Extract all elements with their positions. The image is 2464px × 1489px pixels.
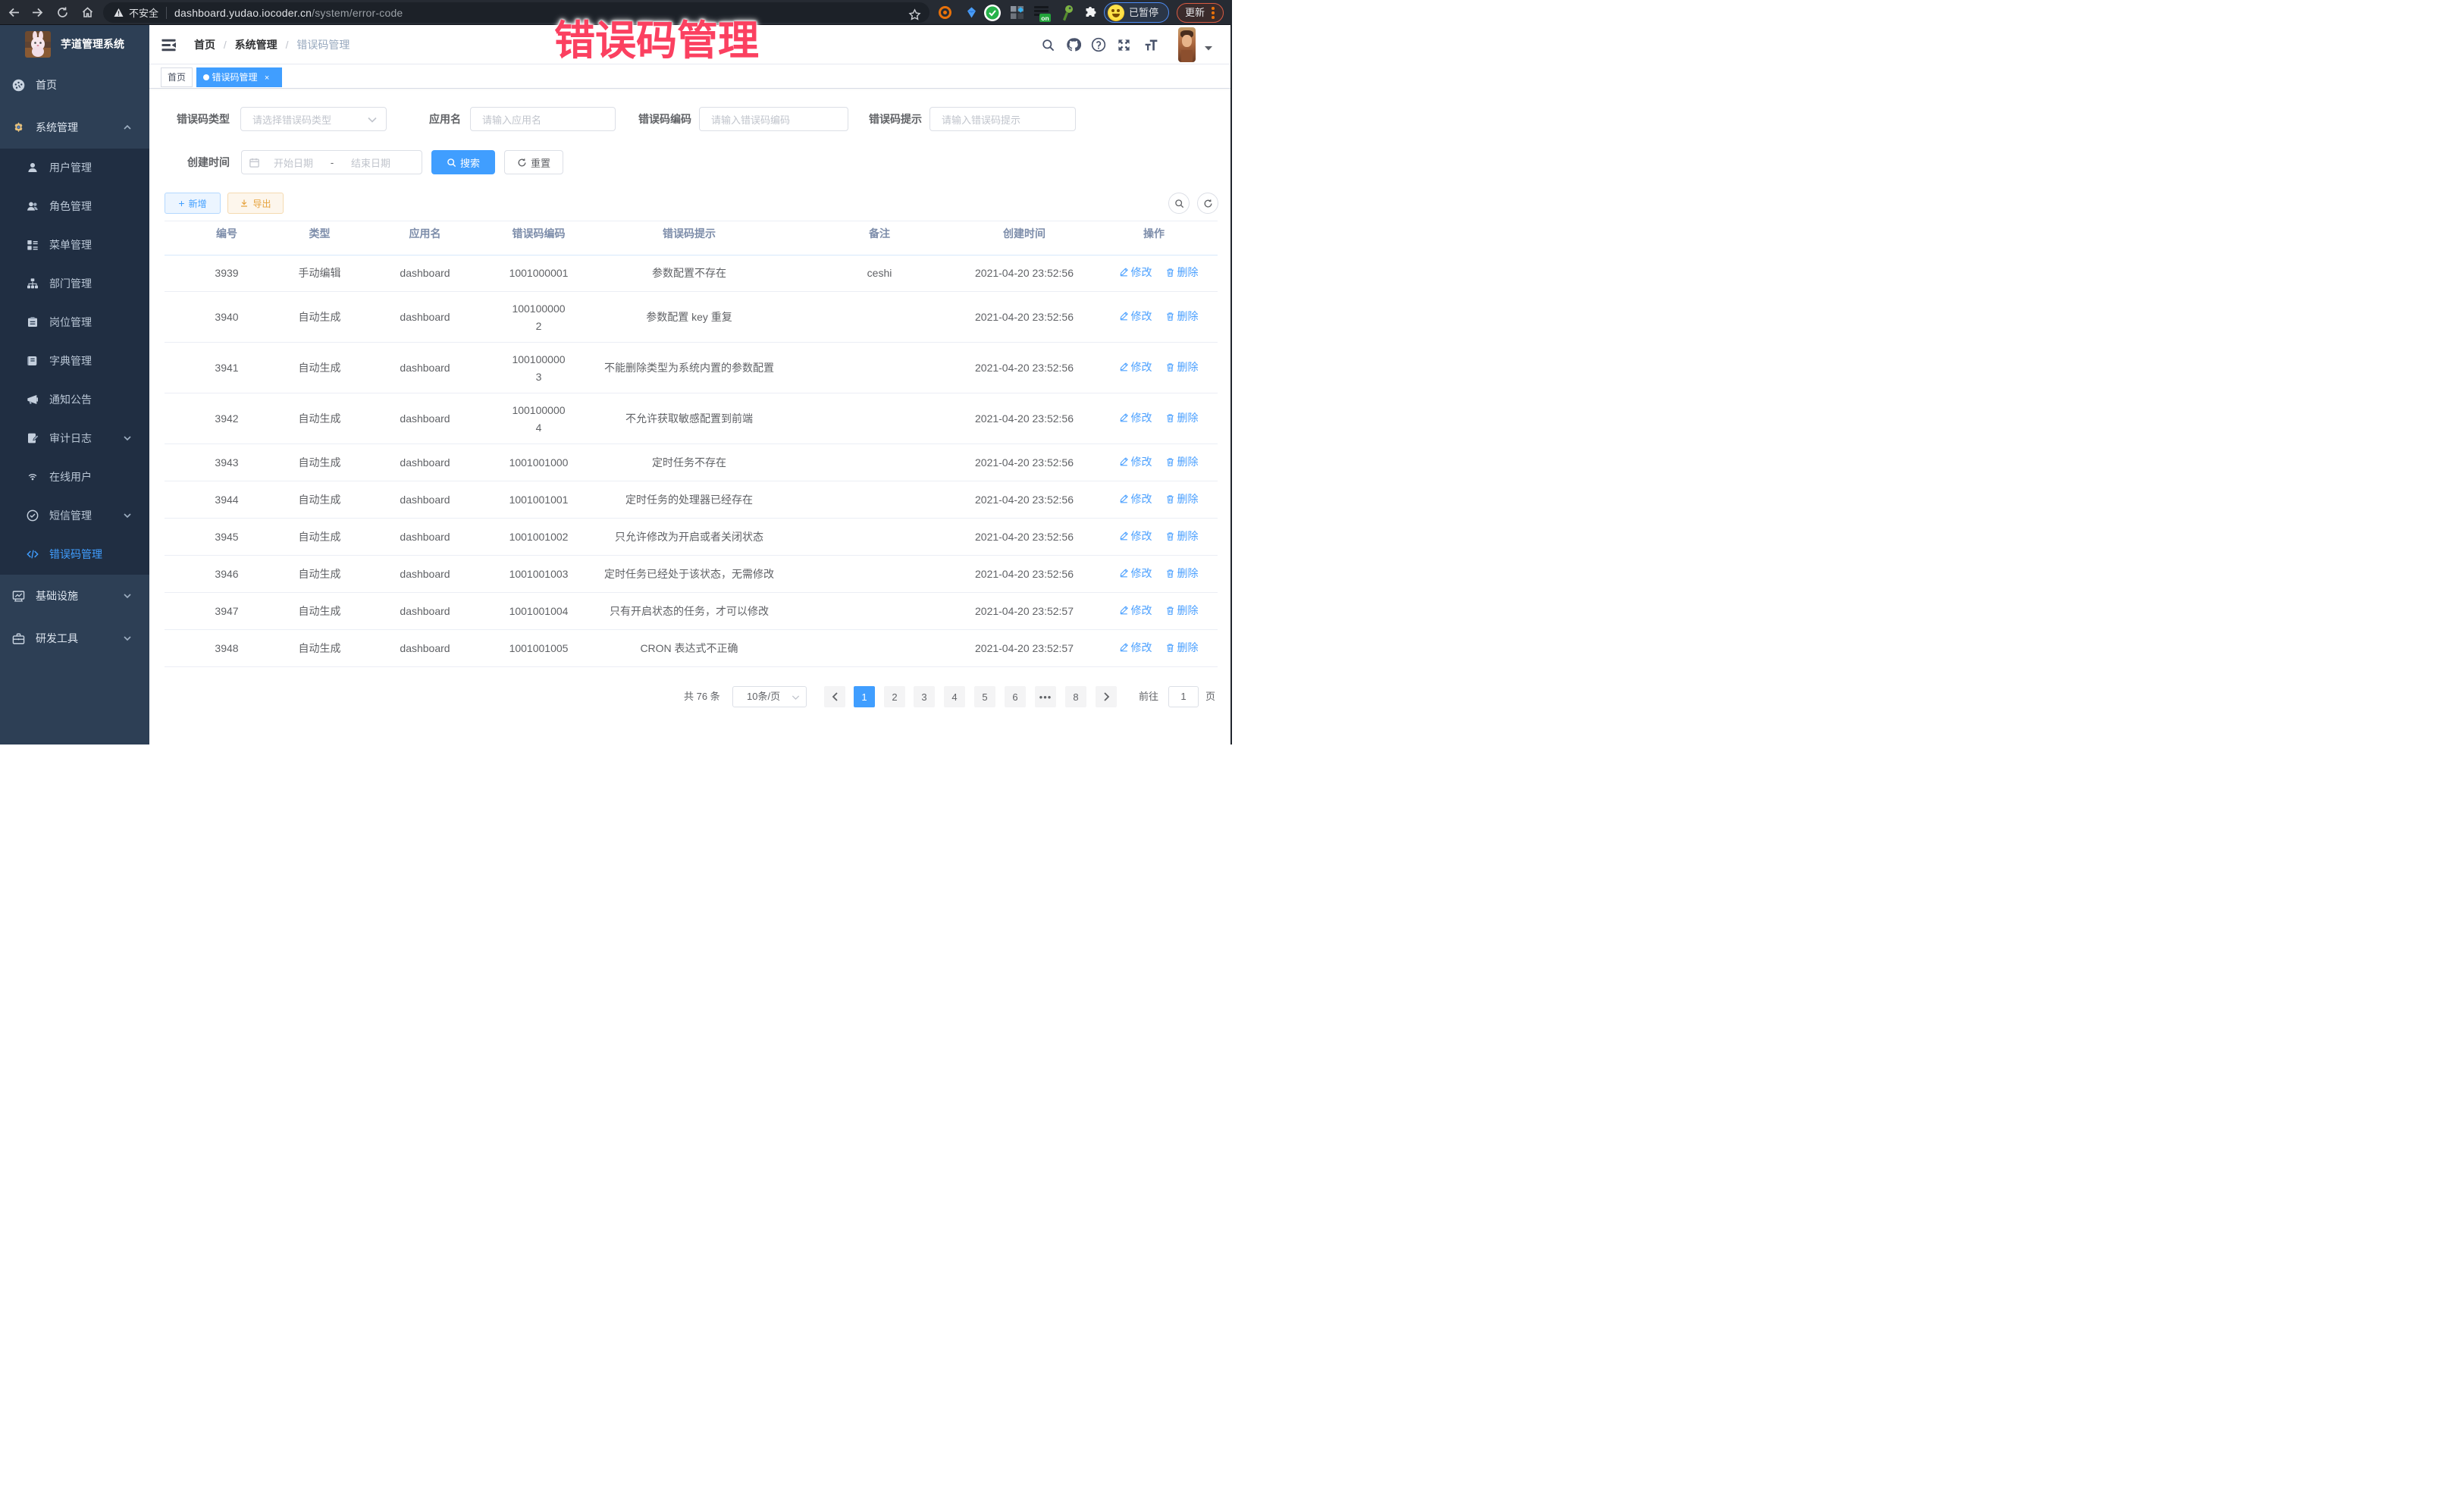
svg-text:on: on (1041, 14, 1049, 22)
